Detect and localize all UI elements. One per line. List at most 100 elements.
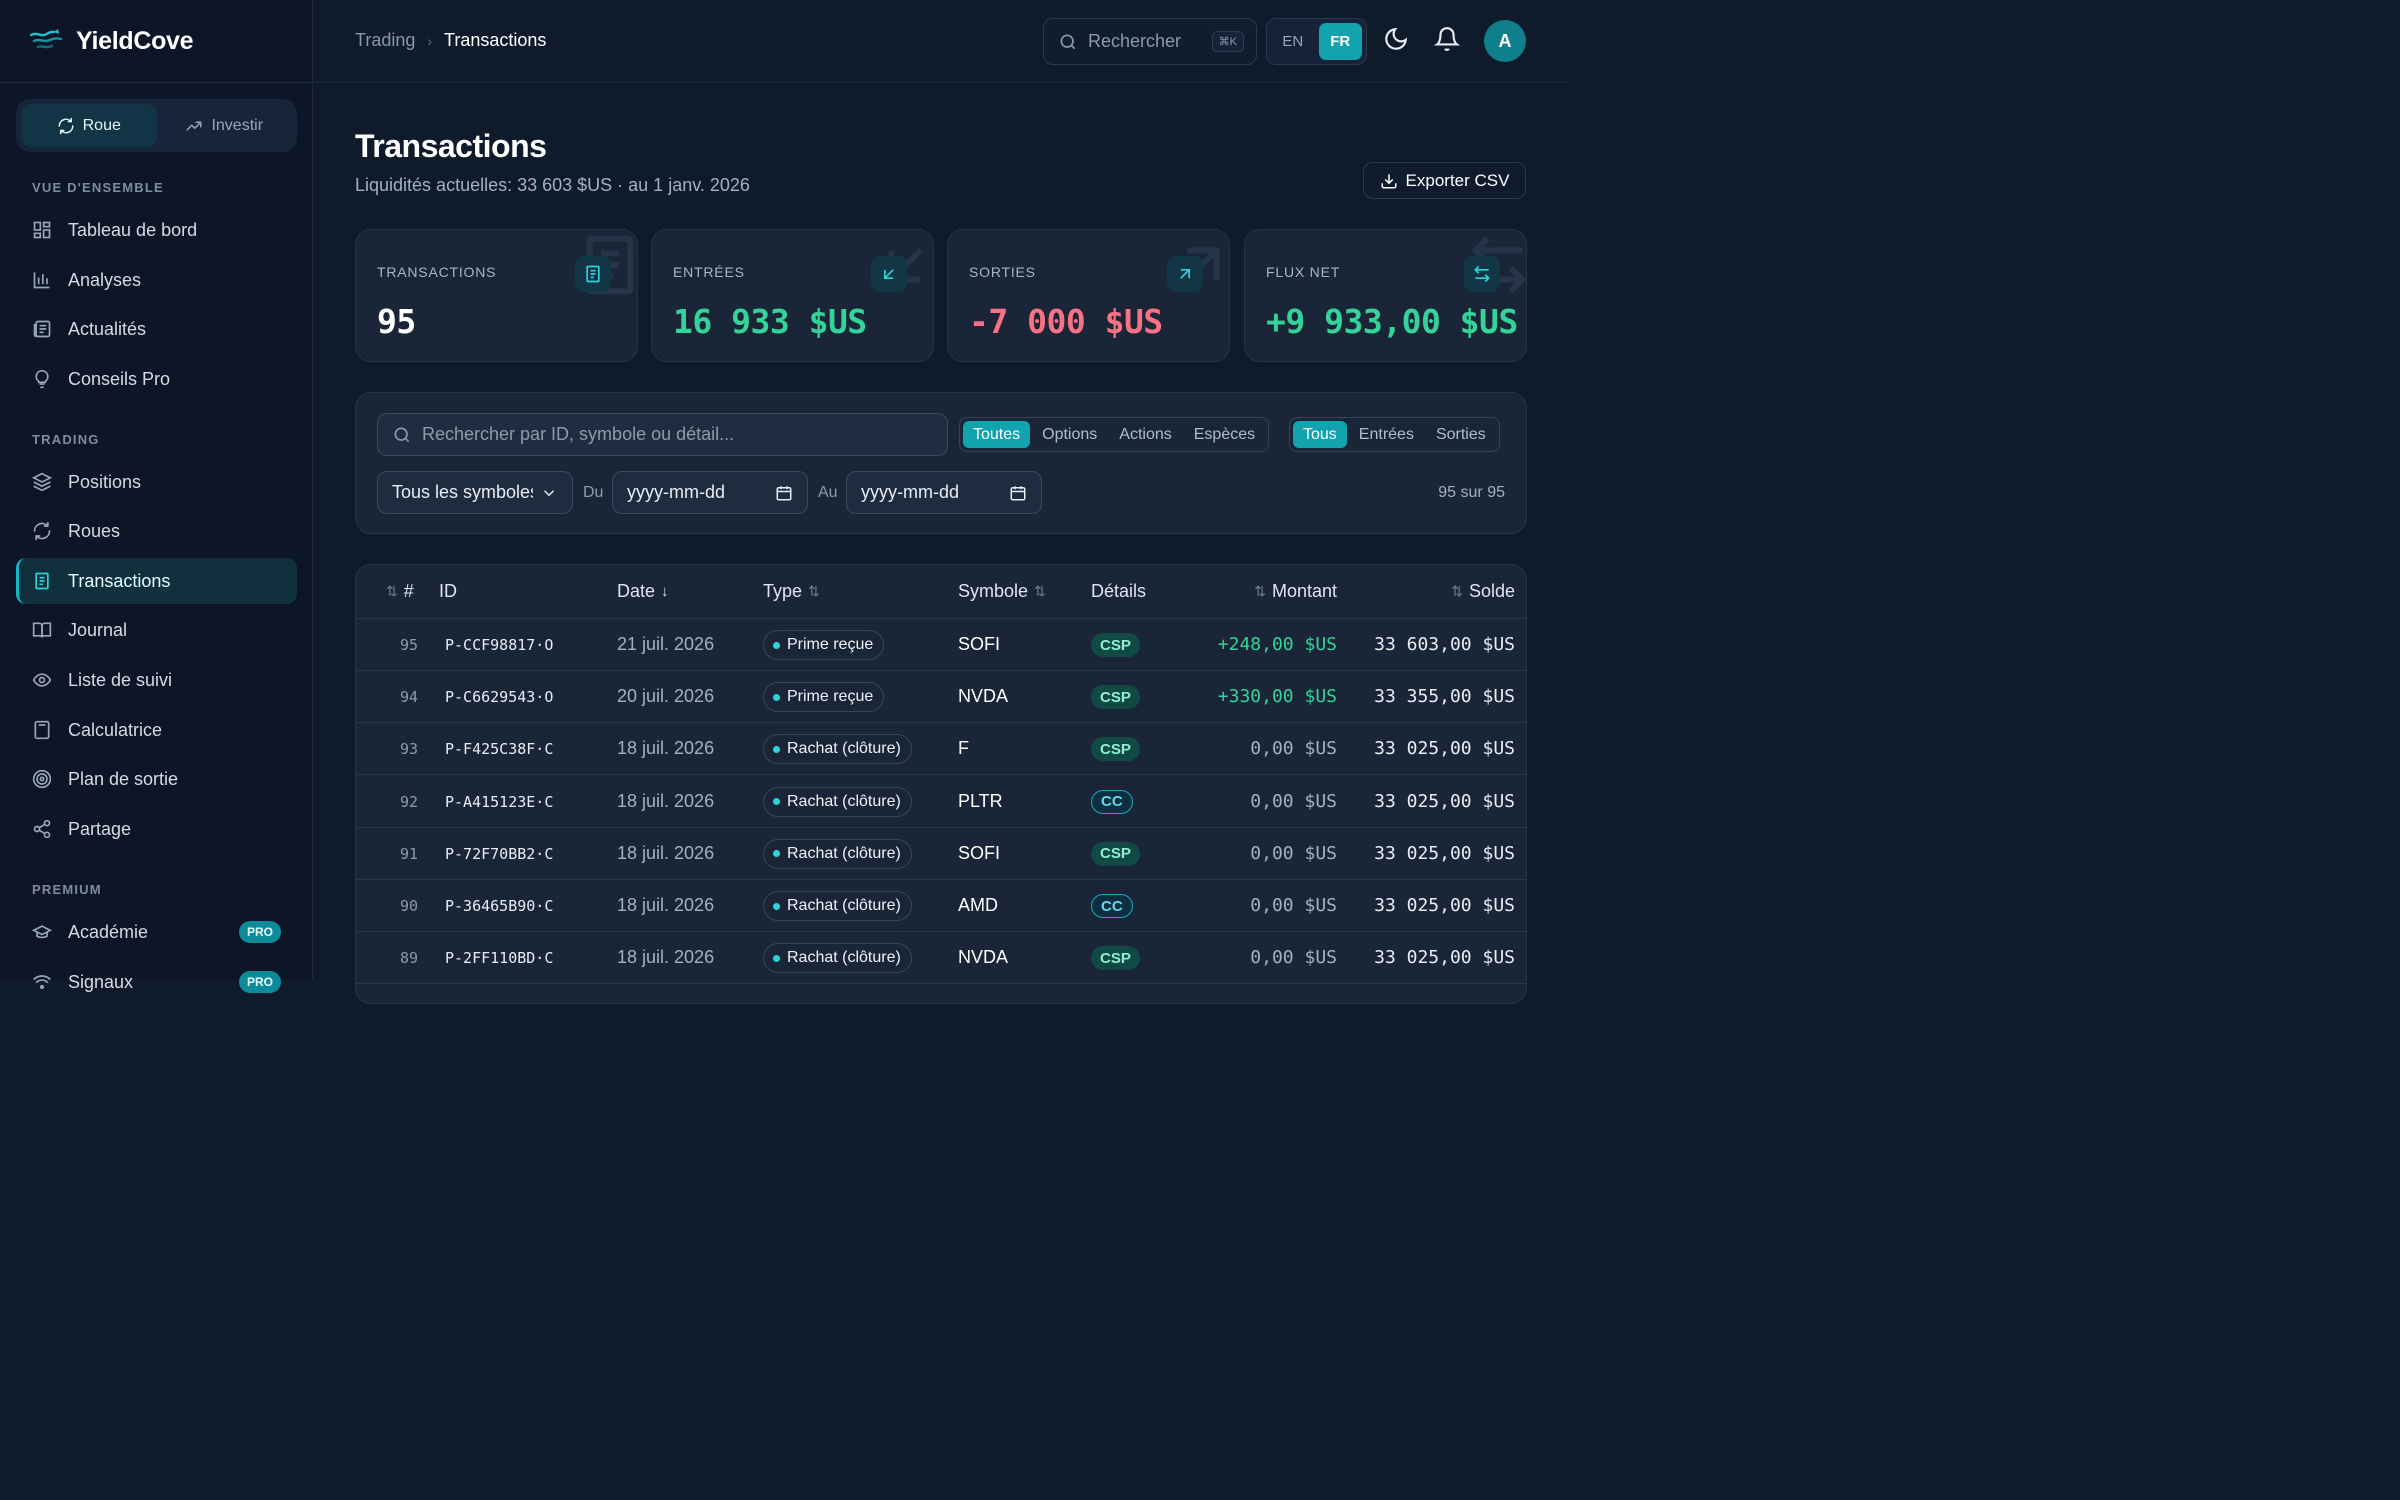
sidebar-item-journal[interactable]: Journal: [16, 607, 297, 653]
breadcrumb-trading[interactable]: Trading: [355, 30, 415, 51]
stat-card-transactions: TRANSACTIONS 95: [355, 229, 638, 362]
row-type: Rachat (clôture): [787, 897, 901, 914]
sidebar-item-label: Tableau de bord: [68, 219, 198, 240]
row-num: 90: [399, 897, 418, 915]
column-symbol[interactable]: Symbole ⇅: [958, 581, 1046, 602]
stat-icon: [575, 256, 611, 292]
transactions-table: ⇅ # ID Date ↓ Type ⇅ Symbole ⇅ Détails ⇅ Mont…: [355, 564, 1527, 1004]
row-type: Rachat (clôture): [787, 949, 901, 967]
table-row[interactable]: 91 P-72F70BB2·C 18 juil. 2026 Rachat (clôtu…: [356, 828, 1526, 880]
column-balance[interactable]: ⇅ Solde: [1451, 581, 1515, 602]
lang-fr-button[interactable]: FR: [1318, 23, 1362, 60]
moon-icon[interactable]: [1383, 26, 1409, 52]
table-row[interactable]: 94 P-C6629543·O 20 juil. 2026 Prime reçue NV…: [356, 671, 1526, 724]
trending-up-icon: [186, 121, 202, 130]
sidebar-item-calculator[interactable]: Calculatrice: [16, 707, 297, 753]
sidebar-item-pro-tips[interactable]: Conseils Pro: [16, 356, 297, 402]
sidebar-item-transactions[interactable]: Transactions: [16, 558, 297, 604]
export-csv-button[interactable]: Exporter CSV: [1363, 162, 1526, 199]
column-type-label: Type: [763, 581, 803, 601]
sidebar-item-watchlist[interactable]: Liste de suivi: [16, 657, 297, 703]
table-header: ⇅ # ID Date ↓ Type ⇅ Symbole ⇅ Détails ⇅ Mont…: [356, 565, 1526, 619]
date-from-input[interactable]: yyyy-mm-dd: [612, 471, 808, 514]
avatar[interactable]: A: [1484, 20, 1526, 62]
table-row[interactable]: 89 P-2FF110BD·C 18 juil. 2026 Rachat (clôtu…: [356, 932, 1526, 985]
sidebar-item-academy[interactable]: Académie PRO: [16, 909, 297, 955]
layers-icon: [32, 472, 52, 492]
sidebar: YieldCove Roue Investir VUE D'ENSEMBLE T…: [0, 0, 313, 993]
table-row[interactable]: 92 P-A415123E·C 18 juil. 2026 Rachat (clôtu…: [356, 776, 1526, 828]
mode-wheel-button[interactable]: Roue: [21, 104, 157, 147]
global-search-input[interactable]: Rechercher ⌘K: [1043, 18, 1257, 65]
kind-filter-all[interactable]: Toutes: [963, 421, 1031, 448]
stat-value: 95: [377, 302, 416, 341]
stat-value: +9 933,00 $US: [1266, 302, 1518, 341]
row-balance: 33 025,00 $US: [1374, 842, 1515, 864]
sidebar-item-news[interactable]: Actualités: [16, 306, 297, 352]
page-subtitle: Liquidités actuelles: 33 603 $US · au 1 …: [355, 175, 750, 195]
chevron-right-icon: ›: [427, 32, 433, 49]
column-id[interactable]: ID: [439, 581, 457, 602]
type-pill: Rachat (clôture): [763, 943, 912, 974]
date-from-value: yyyy-mm-dd: [627, 482, 725, 502]
arrow-down-icon: ↓: [661, 583, 669, 600]
arrows-left-right-icon: [1474, 265, 1490, 283]
kind-filter-cash[interactable]: Espèces: [1184, 421, 1265, 448]
sidebar-item-signals[interactable]: Signaux PRO: [16, 959, 297, 1005]
sidebar-item-dashboard[interactable]: Tableau de bord: [16, 207, 297, 253]
strategy-tag: CSP: [1091, 685, 1140, 710]
lang-en-button[interactable]: EN: [1271, 23, 1315, 60]
sidebar-item-share[interactable]: Partage: [16, 806, 297, 852]
table-row[interactable]: 93 P-F425C38F·C 18 juil. 2026 Rachat (clôtu…: [356, 723, 1526, 776]
row-balance: 33 355,00 $US: [1374, 686, 1515, 708]
column-type[interactable]: Type ⇅: [763, 581, 820, 602]
row-date: 18 juil. 2026: [617, 947, 715, 968]
sidebar-item-wheels[interactable]: Roues: [16, 508, 297, 554]
type-pill: Prime reçue: [763, 630, 885, 660]
sidebar-item-positions[interactable]: Positions: [16, 459, 297, 505]
status-dot: [773, 954, 780, 962]
pro-badge: PRO: [238, 971, 281, 993]
sidebar-item-analytics[interactable]: Analyses: [16, 257, 297, 303]
row-date: 18 juil. 2026: [617, 842, 715, 863]
to-label: Au: [818, 484, 838, 501]
search-icon: [1060, 34, 1076, 49]
transactions-search-input[interactable]: Rechercher par ID, symbole ou détail...: [377, 413, 948, 456]
column-details: Détails: [1091, 581, 1147, 601]
row-id: P-2FF110BD·C: [445, 949, 554, 968]
kind-filter-options[interactable]: Options: [1032, 421, 1107, 448]
book-icon: [32, 622, 52, 638]
table-row[interactable]: 95 P-CCF98817·O 21 juil. 2026 Prime reçue SO…: [356, 619, 1526, 671]
symbol-select[interactable]: Tous les symboles: [377, 471, 573, 514]
kind-filter-stocks[interactable]: Actions: [1109, 421, 1181, 448]
mode-invest-button[interactable]: Investir: [157, 104, 293, 147]
row-balance: 33 025,00 $US: [1374, 947, 1515, 969]
date-to-input[interactable]: yyyy-mm-dd: [846, 471, 1042, 514]
mode-switch: Roue Investir: [16, 99, 297, 152]
row-num: 95: [399, 636, 418, 654]
breadcrumb: Trading › Transactions: [355, 30, 546, 51]
brand[interactable]: YieldCove: [0, 0, 312, 83]
table-row[interactable]: 90 P-36465B90·C 18 juil. 2026 Rachat (clôtu…: [356, 880, 1526, 932]
bell-icon[interactable]: [1434, 26, 1460, 52]
stat-card-net-flow: FLUX NET +9 933,00 $US: [1244, 229, 1527, 362]
type-pill: Rachat (clôture): [763, 838, 912, 869]
row-symbol: AMD: [958, 895, 998, 915]
type-pill: Rachat (clôture): [763, 891, 912, 921]
direction-filter-inflows[interactable]: Entrées: [1349, 421, 1424, 448]
direction-filter-outflows[interactable]: Sorties: [1426, 421, 1496, 448]
search-icon: [394, 427, 410, 442]
status-dot: [773, 745, 780, 753]
sidebar-item-exit-plan[interactable]: Plan de sortie: [16, 756, 297, 802]
direction-filter-all[interactable]: Tous: [1293, 421, 1347, 448]
strategy-tag: CSP: [1091, 737, 1140, 762]
row-amount: 0,00 $US: [1250, 895, 1337, 916]
column-num[interactable]: ⇅ #: [386, 581, 414, 602]
column-date[interactable]: Date ↓: [617, 581, 669, 602]
filters-panel: Rechercher par ID, symbole ou détail... …: [355, 392, 1527, 534]
row-date: 18 juil. 2026: [617, 790, 715, 811]
row-balance: 33 603,00 $US: [1374, 634, 1515, 655]
refresh-icon: [58, 117, 74, 134]
date-to-value: yyyy-mm-dd: [861, 482, 959, 502]
column-amount[interactable]: ⇅ Montant: [1254, 581, 1337, 602]
